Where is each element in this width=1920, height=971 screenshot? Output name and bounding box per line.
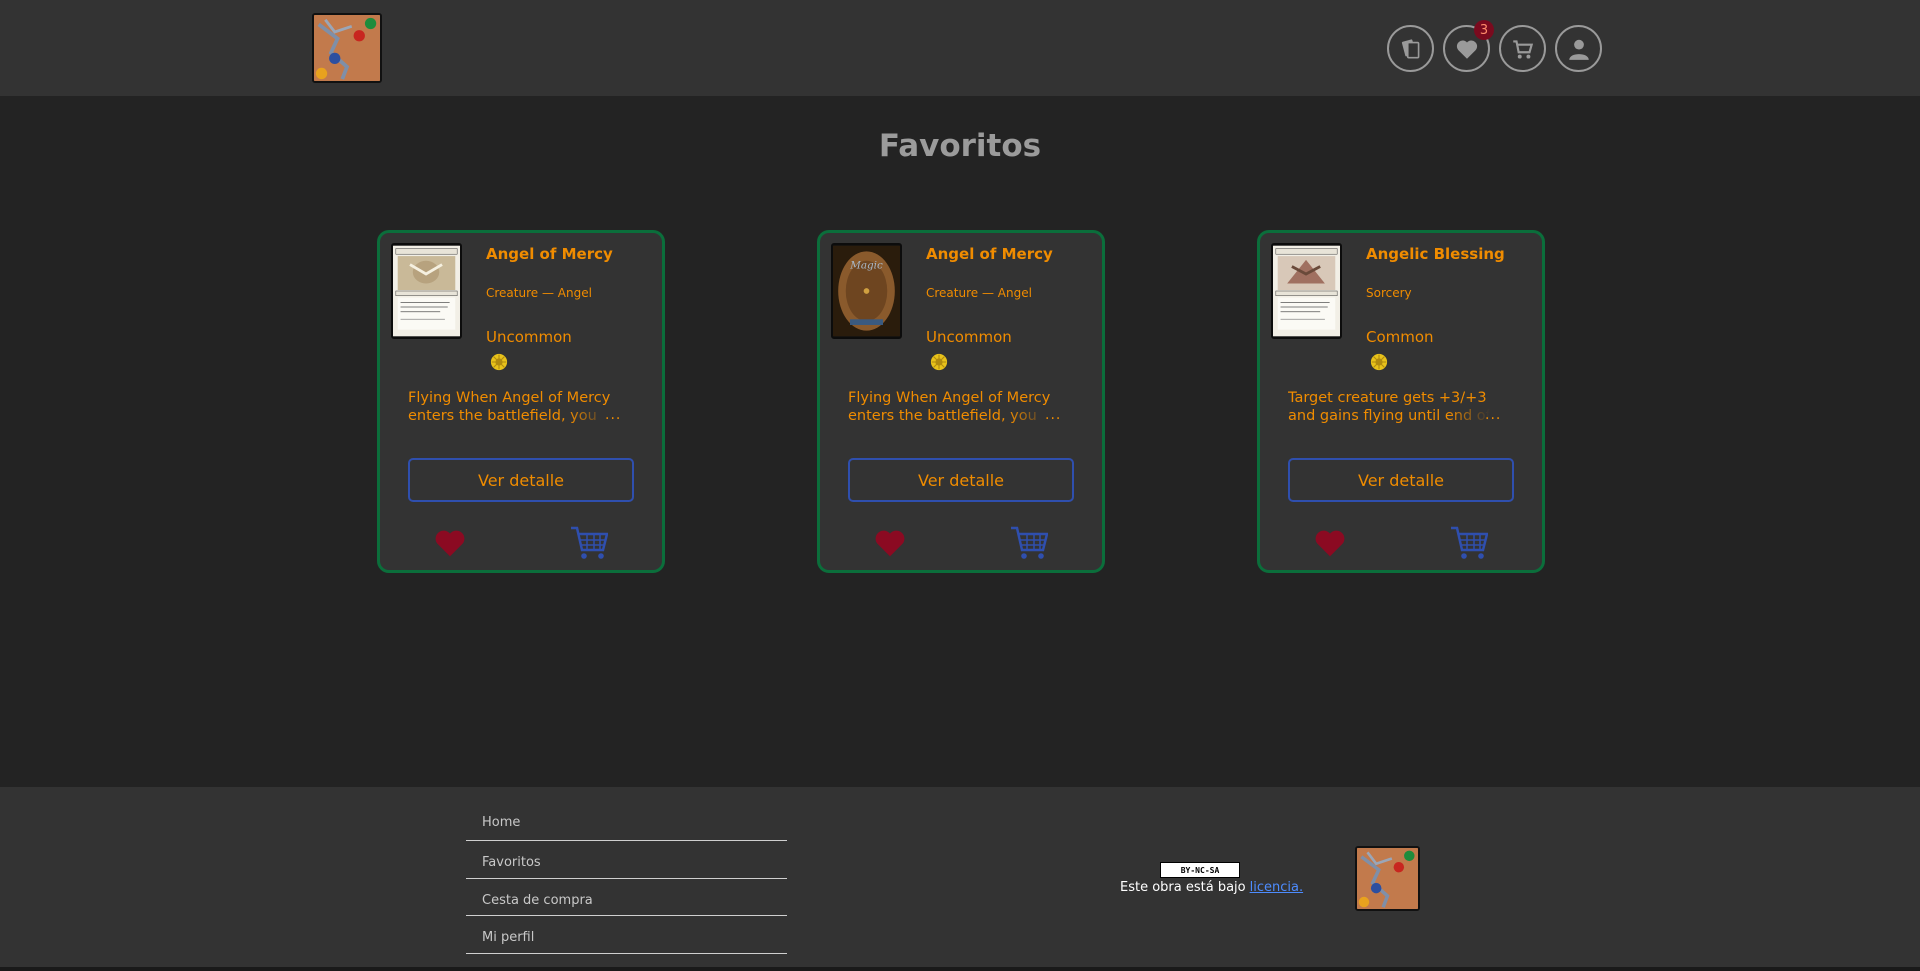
footer-link-profile[interactable]: Mi perfil bbox=[466, 916, 787, 954]
text-ellipsis: ... bbox=[605, 407, 622, 423]
card-name[interactable]: Angel of Mercy bbox=[486, 245, 613, 263]
card-description: Target creature gets +3/+3 and gains fly… bbox=[1288, 389, 1508, 425]
card-image[interactable] bbox=[1271, 243, 1342, 339]
footer-logo[interactable] bbox=[1355, 846, 1420, 911]
view-detail-button[interactable]: Ver detalle bbox=[848, 458, 1074, 502]
logo-icon bbox=[1357, 848, 1418, 909]
page-title: Favoritos bbox=[878, 128, 1042, 164]
card-rarity: Uncommon bbox=[486, 328, 572, 346]
card-name[interactable]: Angel of Mercy bbox=[926, 245, 1053, 263]
logo-icon bbox=[314, 15, 380, 81]
site-logo[interactable] bbox=[312, 13, 382, 83]
card-description: Flying When Angel of Mercy enters the ba… bbox=[848, 389, 1068, 425]
footer-nav: Home Favoritos Cesta de compra Mi perfil bbox=[466, 797, 787, 954]
text-ellipsis: ... bbox=[1045, 407, 1062, 423]
card-type: Creature — Angel bbox=[926, 286, 1032, 300]
svg-text:Magic: Magic bbox=[849, 259, 883, 271]
add-to-cart-icon[interactable] bbox=[1010, 525, 1048, 561]
card-type: Sorcery bbox=[1366, 286, 1412, 300]
heart-icon[interactable] bbox=[1314, 528, 1346, 558]
favorite-card: Magic Angel of Mercy Creature — Angel Un… bbox=[817, 230, 1105, 573]
cards-icon bbox=[1401, 38, 1419, 58]
favorites-nav-button[interactable]: 3 bbox=[1443, 20, 1494, 72]
card-image[interactable] bbox=[391, 243, 462, 339]
user-icon bbox=[1568, 39, 1589, 60]
view-detail-button[interactable]: Ver detalle bbox=[1288, 458, 1514, 502]
footer-link-favorites[interactable]: Favoritos bbox=[466, 841, 787, 879]
footer-link-cart[interactable]: Cesta de compra bbox=[466, 879, 787, 916]
white-mana-icon bbox=[490, 353, 508, 371]
card-image[interactable]: Magic bbox=[831, 243, 902, 339]
card-rarity: Common bbox=[1366, 328, 1434, 346]
white-mana-icon bbox=[930, 353, 948, 371]
favorite-card: Angel of Mercy Creature — Angel Uncommon… bbox=[377, 230, 665, 573]
license-link[interactable]: licencia. bbox=[1250, 880, 1303, 895]
header: 3 bbox=[0, 0, 1920, 96]
shopping-cart-icon bbox=[1512, 39, 1533, 59]
license-text: Este obra está bajo bbox=[1120, 880, 1246, 895]
header-nav: 3 bbox=[1387, 20, 1602, 72]
heart-icon[interactable] bbox=[434, 528, 466, 558]
white-mana-icon bbox=[1370, 353, 1388, 371]
footer: Home Favoritos Cesta de compra Mi perfil bbox=[0, 787, 1920, 971]
footer-link-home[interactable]: Home bbox=[466, 797, 787, 841]
card-description: Flying When Angel of Mercy enters the ba… bbox=[408, 389, 628, 425]
angelic-blessing-card-art bbox=[1273, 245, 1340, 337]
favorite-card: Angelic Blessing Sorcery Common Target c… bbox=[1257, 230, 1545, 573]
text-ellipsis: ... bbox=[1485, 407, 1502, 423]
card-rarity: Uncommon bbox=[926, 328, 1012, 346]
card-type: Creature — Angel bbox=[486, 286, 592, 300]
cc-license-badge[interactable]: BY-NC-SA bbox=[1160, 862, 1240, 878]
heart-icon bbox=[1456, 40, 1477, 59]
view-detail-button[interactable]: Ver detalle bbox=[408, 458, 634, 502]
add-to-cart-icon[interactable] bbox=[570, 525, 608, 561]
license-notice: Este obra está bajo licencia. bbox=[1120, 880, 1303, 895]
card-name[interactable]: Angelic Blessing bbox=[1366, 245, 1505, 263]
card-back: Magic bbox=[833, 245, 900, 337]
footer-bottom-border bbox=[0, 967, 1920, 971]
cards-nav-button[interactable] bbox=[1387, 25, 1434, 72]
heart-icon[interactable] bbox=[874, 528, 906, 558]
favorites-count-badge: 3 bbox=[1474, 20, 1494, 40]
add-to-cart-icon[interactable] bbox=[1450, 525, 1488, 561]
angel-of-mercy-card-art bbox=[393, 245, 460, 337]
cart-nav-button[interactable] bbox=[1499, 25, 1546, 72]
profile-nav-button[interactable] bbox=[1555, 25, 1602, 72]
